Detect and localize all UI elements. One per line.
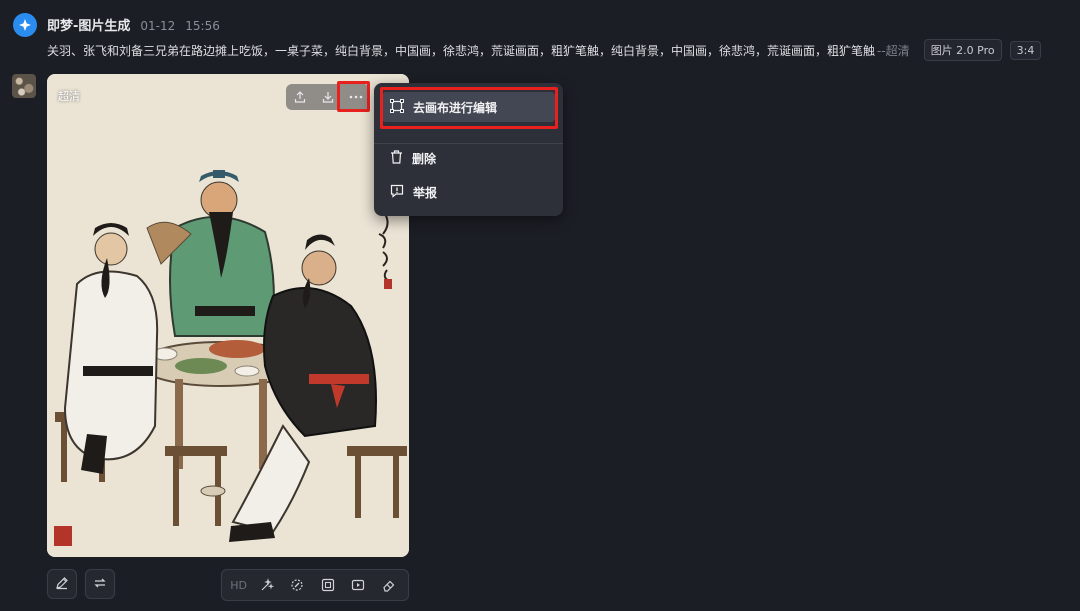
prompt-quality-suffix: --超清 bbox=[877, 43, 910, 58]
app-name: 即梦-图片生成 bbox=[47, 19, 131, 34]
message-time: 15:56 bbox=[185, 19, 220, 33]
message-date: 01-12 bbox=[140, 19, 176, 33]
pen-edit-button[interactable] bbox=[47, 569, 77, 599]
edit-option-highlight bbox=[380, 87, 558, 129]
magic-wand-icon[interactable] bbox=[256, 574, 278, 596]
menu-item-report[interactable]: 举报 bbox=[382, 177, 555, 207]
eraser-icon[interactable] bbox=[378, 574, 400, 596]
menu-item-delete[interactable]: 删除 bbox=[382, 143, 555, 173]
menu-item-label: 删除 bbox=[412, 151, 437, 166]
to-video-icon[interactable] bbox=[347, 574, 369, 596]
regenerate-icon bbox=[93, 575, 107, 594]
pen-edit-icon bbox=[55, 575, 69, 594]
ink-painting-image bbox=[47, 74, 409, 557]
message-header: 即梦-图片生成 01-12 15:56 bbox=[47, 15, 220, 34]
more-button-highlight bbox=[337, 81, 370, 112]
ratio-tag[interactable]: 3:4 bbox=[1009, 40, 1042, 60]
model-tag[interactable]: 图片 2.0 Pro bbox=[923, 39, 1002, 61]
quality-label: 超清 bbox=[58, 90, 80, 103]
menu-item-label: 举报 bbox=[413, 185, 438, 200]
prompt-row: 关羽、张飞和刘备三兄弟在路边摊上吃饭，一桌子菜，纯白背景，中国画，徐悲鸿，荒诞画… bbox=[47, 39, 1073, 61]
share-icon[interactable] bbox=[289, 86, 311, 108]
download-icon[interactable] bbox=[317, 86, 339, 108]
avatar bbox=[12, 74, 36, 98]
prompt-text[interactable]: 关羽、张飞和刘备三兄弟在路边摊上吃饭，一桌子菜，纯白背景，中国画，徐悲鸿，荒诞画… bbox=[47, 42, 875, 59]
app-logo-icon bbox=[13, 13, 37, 37]
inpaint-icon[interactable] bbox=[286, 574, 308, 596]
hd-upscale-button[interactable]: HD bbox=[230, 579, 247, 592]
regenerate-button[interactable] bbox=[85, 569, 115, 599]
trash-icon bbox=[390, 149, 403, 167]
image-tools-bar: HD bbox=[221, 569, 409, 601]
generated-image[interactable]: 超清 bbox=[47, 74, 409, 557]
expand-frame-icon[interactable] bbox=[317, 574, 339, 596]
report-icon bbox=[390, 184, 404, 201]
